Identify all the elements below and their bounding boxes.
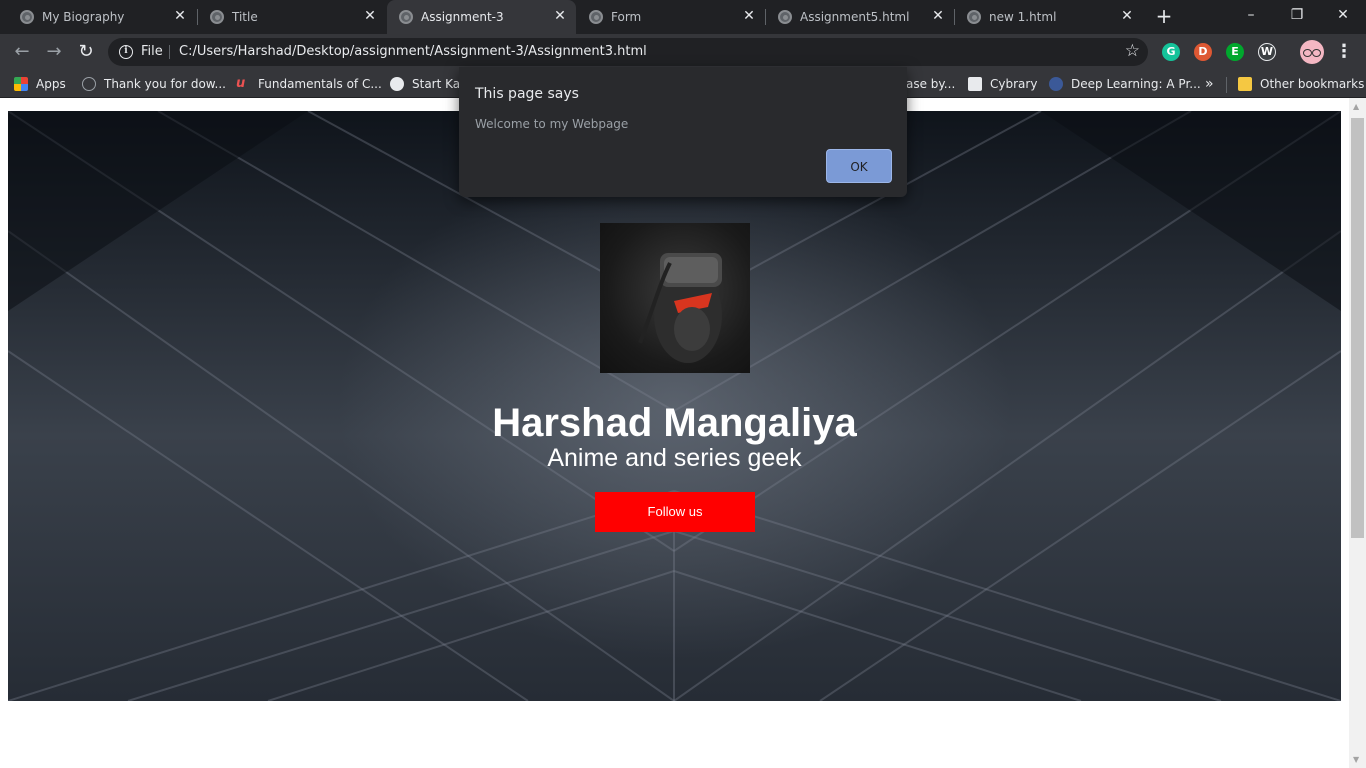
bookmark-label: ase by... [906, 77, 956, 91]
tab-title: new 1.html [989, 10, 1057, 24]
restore-button[interactable]: ❐ [1274, 0, 1320, 30]
scrollbar-thumb[interactable] [1351, 118, 1364, 538]
bookmark-label: Thank you for dow... [104, 77, 226, 91]
duckduckgo-icon[interactable]: D [1194, 43, 1212, 61]
book-icon [1049, 77, 1063, 91]
bookmark-start-kali[interactable]: Start Kali [390, 76, 467, 92]
bookmark-label: Deep Learning: A Pr... [1071, 77, 1201, 91]
profile-avatar[interactable] [1300, 40, 1324, 64]
tab-title: Assignment-3 [421, 10, 504, 24]
back-button[interactable]: ← [9, 39, 35, 65]
bookmark-cybrary[interactable]: Cybrary [968, 76, 1037, 92]
close-icon[interactable]: ✕ [172, 8, 188, 24]
globe-icon [589, 10, 603, 24]
close-icon[interactable]: ✕ [362, 8, 378, 24]
bookmark-thank-you[interactable]: Thank you for dow... [82, 76, 226, 92]
info-icon[interactable]: i [119, 45, 133, 59]
bookmark-label: Apps [36, 77, 66, 91]
url-text[interactable]: C:/Users/Harshad/Desktop/assignment/Assi… [179, 44, 647, 59]
tab-my-biography[interactable]: My Biography ✕ [8, 0, 196, 34]
omnibox-divider [169, 45, 170, 59]
grammarly-icon[interactable]: G [1162, 43, 1180, 61]
evernote-icon[interactable]: E [1226, 43, 1244, 61]
cybrary-icon [968, 77, 982, 91]
close-icon[interactable]: ✕ [741, 8, 757, 24]
bookmarks-overflow-button[interactable]: » [1205, 76, 1214, 92]
udemy-icon: u [236, 76, 246, 91]
page-scrollbar[interactable]: ▲ ▼ [1349, 98, 1366, 768]
new-tab-button[interactable]: + [1152, 5, 1176, 29]
close-icon[interactable]: ✕ [1119, 8, 1135, 24]
globe-icon [967, 10, 981, 24]
globe-icon [20, 10, 34, 24]
tab-new-1[interactable]: new 1.html ✕ [955, 0, 1143, 34]
hero-section: Harshad Mangaliya Anime and series geek … [8, 111, 1341, 701]
scroll-up-icon[interactable]: ▲ [1353, 102, 1359, 111]
folder-icon [1238, 77, 1252, 91]
globe-icon [399, 10, 413, 24]
page-icon [82, 77, 96, 91]
tab-form[interactable]: Form ✕ [577, 0, 765, 34]
other-bookmarks[interactable]: Other bookmarks [1238, 76, 1364, 92]
window-close-button[interactable]: ✕ [1320, 0, 1366, 30]
alert-dialog: This page says Welcome to my Webpage OK [459, 67, 907, 197]
forward-button[interactable]: → [41, 39, 67, 65]
tab-title: Title [232, 10, 258, 24]
follow-us-button[interactable]: Follow us [595, 492, 755, 532]
tab-assignment5[interactable]: Assignment5.html ✕ [766, 0, 954, 34]
bookmark-ase-by[interactable]: ase by... [906, 76, 955, 92]
tab-title: My Biography [42, 10, 125, 24]
tab-title: Form [611, 10, 642, 24]
reload-button[interactable]: ↻ [73, 39, 99, 65]
bookmark-star-icon[interactable]: ☆ [1125, 41, 1140, 61]
alert-message: Welcome to my Webpage [475, 117, 629, 131]
bookmark-label: Fundamentals of C... [258, 77, 382, 91]
page-viewport: Harshad Mangaliya Anime and series geek … [0, 98, 1366, 768]
browser-menu-icon[interactable]: ⋮ [1334, 42, 1354, 62]
profile-photo [600, 223, 750, 373]
ok-button[interactable]: OK [826, 149, 892, 183]
wordtune-icon[interactable]: W [1258, 43, 1276, 61]
bookmark-label: Cybrary [990, 77, 1038, 91]
scroll-down-icon[interactable]: ▼ [1353, 755, 1359, 764]
tab-strip: My Biography ✕ Title ✕ Assignment-3 ✕ Fo… [0, 0, 1366, 34]
page-title: Harshad Mangaliya [492, 401, 857, 445]
globe-icon [778, 10, 792, 24]
tab-assignment-3[interactable]: Assignment-3 ✕ [387, 0, 576, 34]
browser-toolbar: ← → ↻ i File C:/Users/Harshad/Desktop/as… [0, 34, 1366, 70]
close-icon[interactable]: ✕ [552, 8, 568, 24]
bookmark-deep-learning[interactable]: Deep Learning: A Pr... [1049, 76, 1201, 92]
bookmark-apps[interactable]: Apps [14, 76, 66, 92]
scheme-label: File [141, 44, 163, 59]
apps-icon [14, 77, 28, 91]
tagline: Anime and series geek [547, 444, 802, 472]
tab-title: Assignment5.html [800, 10, 910, 24]
bookmarks-divider [1226, 77, 1227, 93]
minimize-button[interactable]: – [1228, 0, 1274, 30]
alert-title: This page says [475, 86, 579, 102]
address-bar[interactable]: i File C:/Users/Harshad/Desktop/assignme… [108, 38, 1148, 66]
bookmark-label: Other bookmarks [1260, 77, 1365, 91]
globe-icon [390, 77, 404, 91]
globe-icon [210, 10, 224, 24]
vr-headset-figure-image [638, 253, 722, 363]
bookmark-fundamentals[interactable]: u Fundamentals of C... [236, 76, 382, 92]
tab-title-page[interactable]: Title ✕ [198, 0, 386, 34]
close-icon[interactable]: ✕ [930, 8, 946, 24]
